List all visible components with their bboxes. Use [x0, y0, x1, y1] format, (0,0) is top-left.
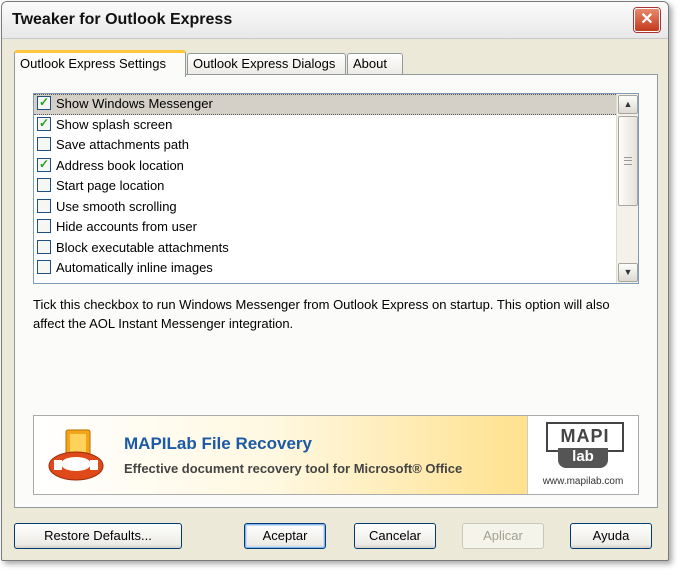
list-item[interactable]: ✓ Show splash screen	[34, 115, 638, 136]
checkbox[interactable]: ✓	[37, 115, 51, 131]
option-description: Tick this checkbox to run Windows Messen…	[33, 297, 610, 331]
options-listbox[interactable]: ✓ Show Windows Messenger ✓ Show splash scre…	[33, 93, 639, 284]
option-label: Show Windows Messenger	[56, 96, 213, 111]
checkbox[interactable]	[37, 198, 51, 213]
option-label: Automatically inline images	[56, 260, 213, 275]
option-label: Start page location	[56, 178, 165, 193]
option-label: Use smooth scrolling	[56, 198, 177, 214]
tab-about[interactable]: About	[347, 53, 403, 74]
chevron-down-icon: ▼	[623, 267, 633, 277]
checkbox[interactable]	[37, 137, 51, 151]
checkbox[interactable]	[37, 239, 51, 254]
option-label: Save attachments path	[56, 137, 189, 152]
option-label: Address book location	[56, 157, 184, 173]
tweaker-window: Tweaker for Outlook Express ✕ Outlook Ex…	[1, 1, 669, 561]
list-item[interactable]: Automatically inline images	[34, 258, 638, 279]
list-item[interactable]: Save attachments path	[34, 135, 638, 156]
scroll-up-button[interactable]: ▲	[618, 95, 638, 114]
tab-outlook-express-dialogs[interactable]: Outlook Express Dialogs	[187, 53, 346, 74]
tab-outlook-express-settings[interactable]: Outlook Express Settings	[14, 50, 186, 77]
scroll-thumb[interactable]	[618, 116, 638, 206]
cancel-button[interactable]: Cancelar	[354, 523, 436, 549]
option-label: Hide accounts from user	[56, 219, 197, 234]
checkbox[interactable]	[37, 219, 51, 233]
option-list: ✓ Show Windows Messenger ✓ Show splash scre…	[34, 94, 638, 279]
checkmark-icon: ✓	[39, 95, 50, 109]
tab-label: Outlook Express Dialogs	[193, 56, 336, 71]
option-label: Block executable attachments	[56, 239, 229, 255]
chevron-up-icon: ▲	[623, 99, 633, 109]
banner-subtitle: Effective document recovery tool for Mic…	[124, 461, 463, 476]
list-item[interactable]: Hide accounts from user	[34, 217, 638, 238]
title-bar[interactable]: Tweaker for Outlook Express ✕	[2, 2, 668, 39]
list-item[interactable]: Start page location	[34, 176, 638, 197]
list-item[interactable]: ✓ Address book location	[34, 156, 638, 177]
window-title: Tweaker for Outlook Express	[12, 11, 233, 28]
logo-url: www.mapilab.com	[542, 476, 624, 487]
checkbox[interactable]: ✓	[37, 95, 51, 110]
list-item[interactable]: Block executable attachments	[34, 238, 638, 259]
restore-defaults-button[interactable]: Restore Defaults...	[14, 523, 182, 549]
list-item[interactable]: Use smooth scrolling	[34, 197, 638, 218]
logo-lab-text: lab	[558, 448, 608, 468]
vertical-scrollbar[interactable]: ▲ ▼	[616, 94, 638, 283]
close-icon: ✕	[640, 11, 654, 28]
list-item[interactable]: ✓ Show Windows Messenger	[34, 94, 616, 115]
help-button[interactable]: Ayuda	[570, 523, 652, 549]
grip-icon	[624, 157, 632, 165]
tab-label: Outlook Express Settings	[20, 56, 166, 71]
checkmark-icon: ✓	[39, 156, 50, 171]
banner-title: MAPILab File Recovery	[124, 434, 313, 453]
checkbox[interactable]: ✓	[37, 156, 51, 172]
close-button[interactable]: ✕	[634, 8, 660, 32]
tab-label: About	[353, 56, 387, 71]
checkmark-icon: ✓	[39, 115, 50, 130]
scroll-down-button[interactable]: ▼	[618, 263, 638, 282]
settings-panel: ✓ Show Windows Messenger ✓ Show splash scre…	[14, 74, 658, 508]
checkbox[interactable]	[37, 178, 51, 192]
mapilab-logo: MAPI lab www.mapilab.com	[527, 416, 638, 494]
checkbox[interactable]	[37, 260, 51, 274]
accept-button[interactable]: Aceptar	[244, 523, 326, 549]
life-ring-folder-icon	[48, 429, 104, 481]
apply-button: Aplicar	[462, 523, 544, 549]
option-label: Show splash screen	[56, 116, 173, 132]
mapilab-banner[interactable]: MAPILab File Recovery Effective document…	[33, 415, 639, 495]
